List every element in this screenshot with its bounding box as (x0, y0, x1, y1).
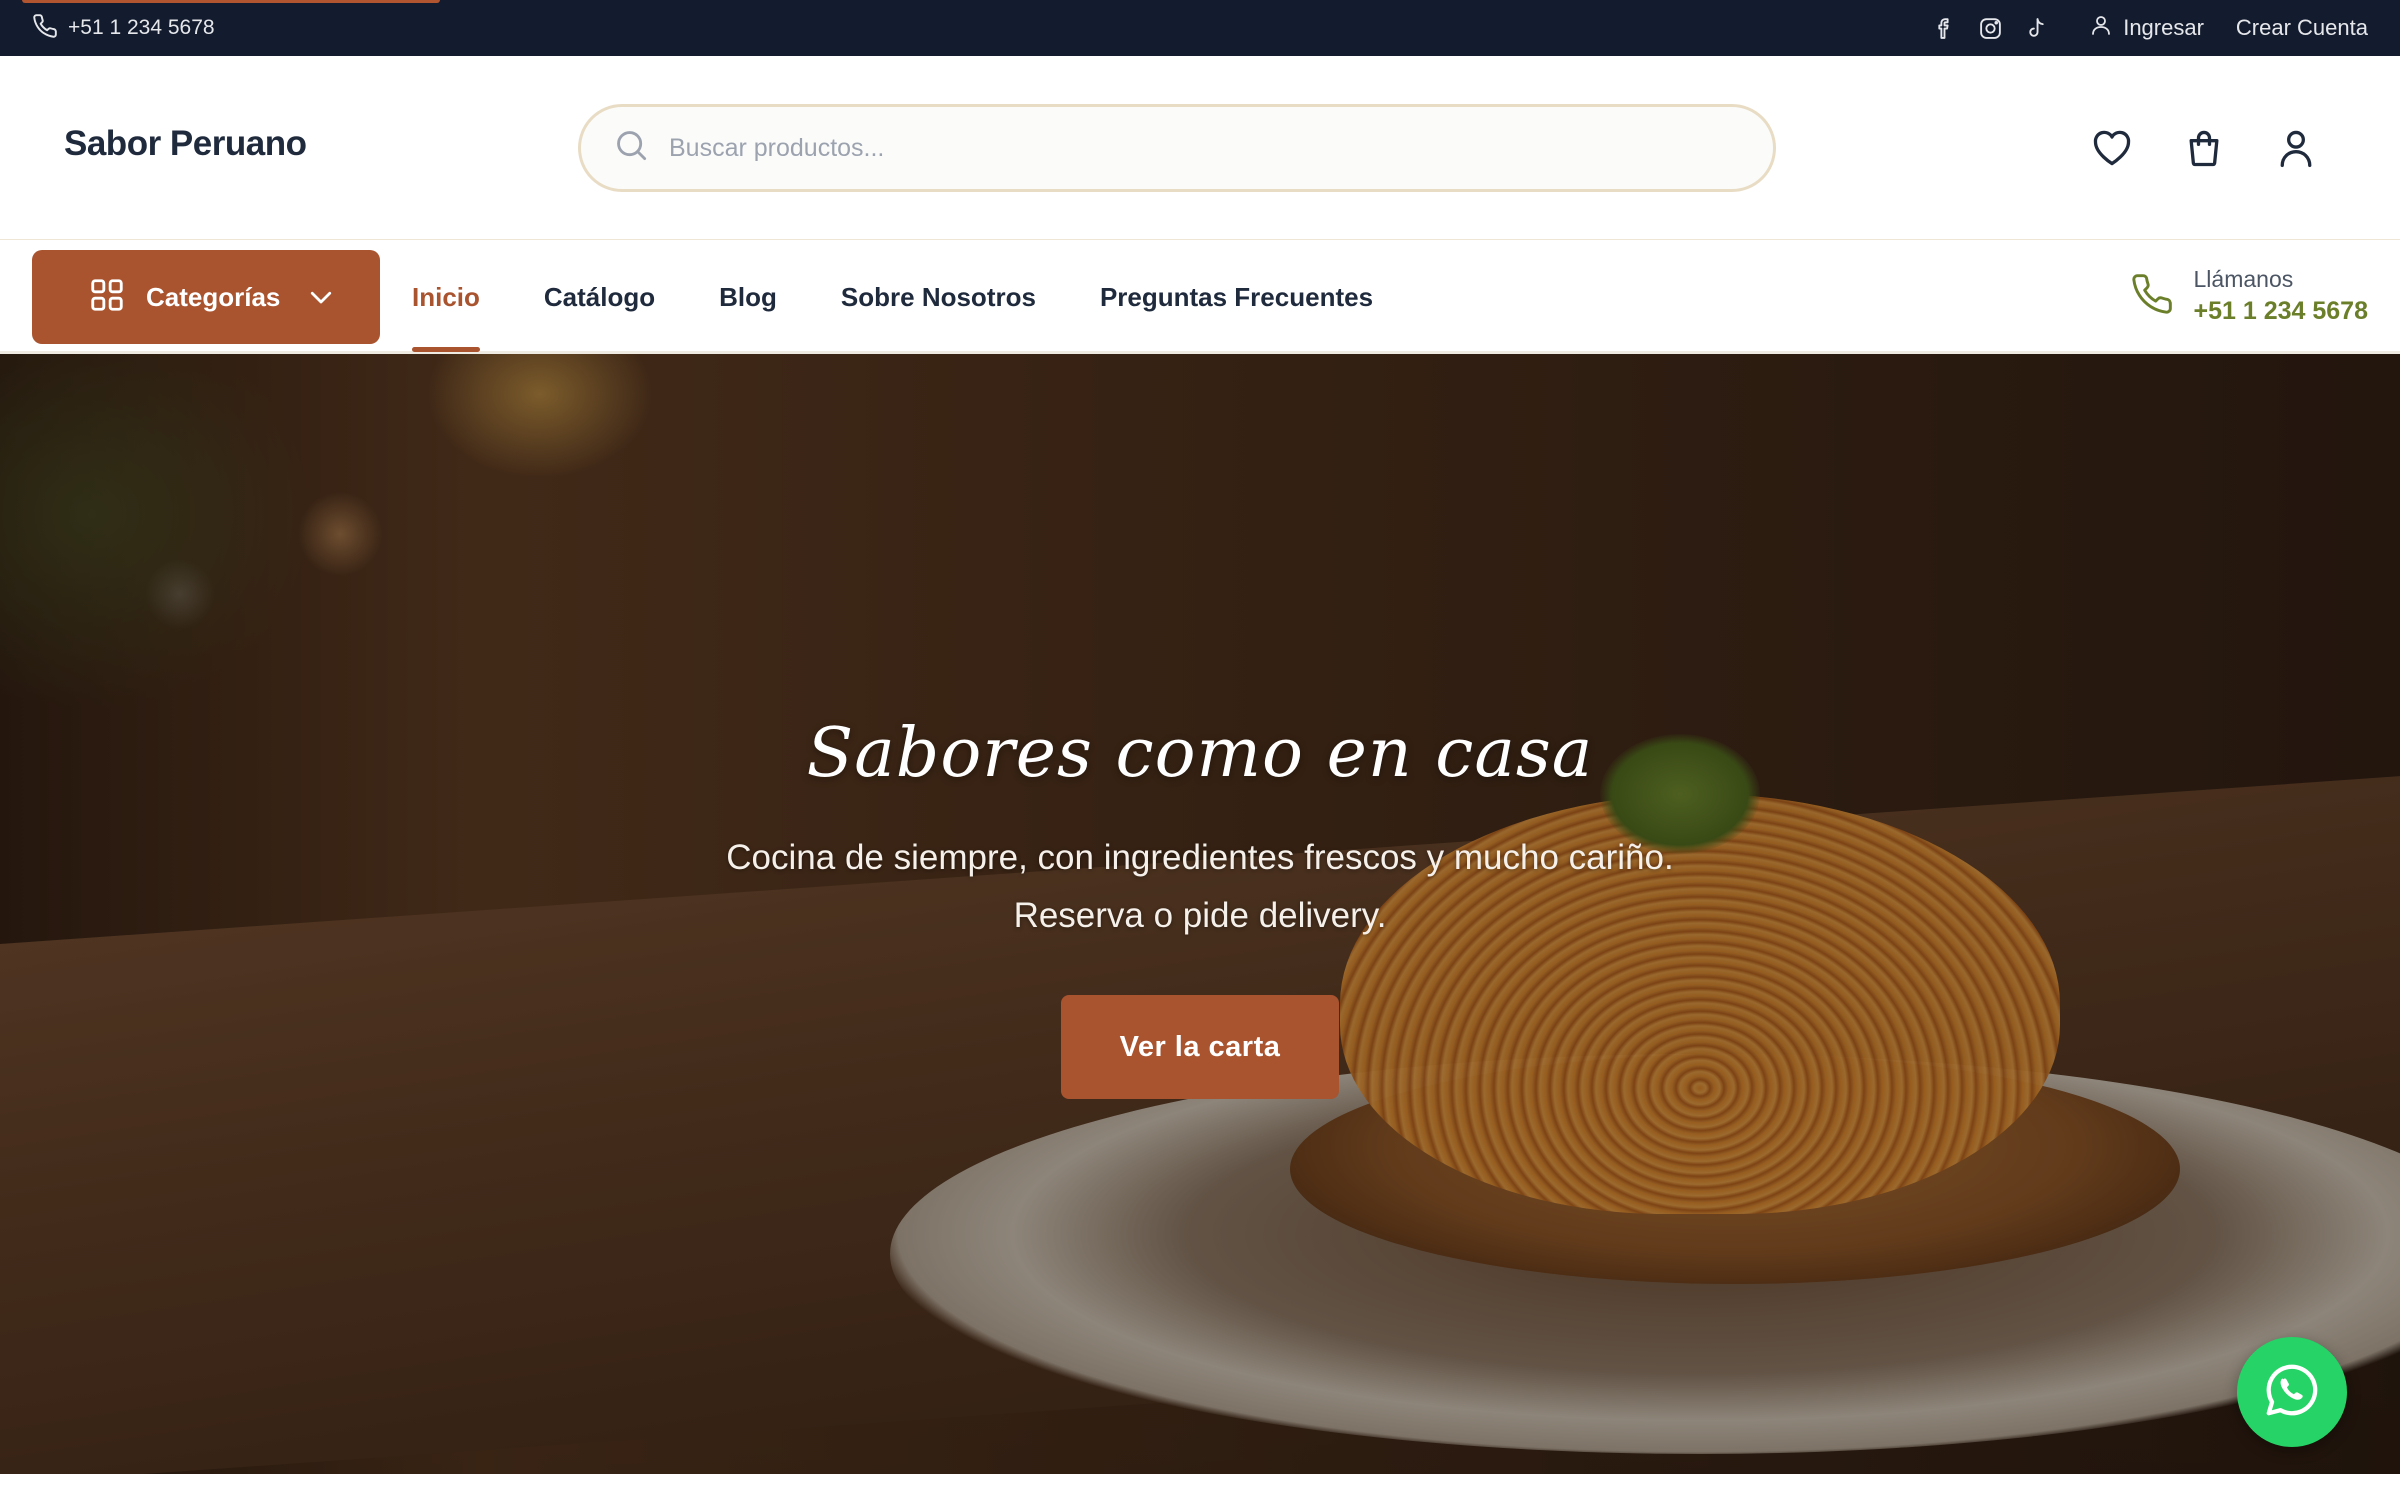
user-icon (2089, 13, 2123, 43)
hero-content: Sabores como en casa Cocina de siempre, … (0, 714, 2400, 1099)
nav-links: Inicio Catálogo Blog Sobre Nosotros Preg… (412, 240, 1437, 354)
search-icon (613, 127, 669, 170)
site-logo[interactable]: Sabor Peruano (64, 124, 307, 164)
user-icon[interactable] (2270, 122, 2322, 174)
login-link[interactable]: Ingresar (2089, 13, 2204, 43)
nav-link-catalogo[interactable]: Catálogo (544, 240, 655, 354)
search-input[interactable] (669, 133, 1719, 163)
hero-title: Sabores como en casa (806, 714, 1594, 793)
tiktok-icon[interactable] (2021, 13, 2051, 43)
heart-icon[interactable] (2086, 122, 2138, 174)
hero-subtitle: Cocina de siempre, con ingredientes fres… (0, 829, 2400, 945)
hero-subtitle-line-2: Reserva o pide delivery. (1013, 896, 1387, 935)
phone-icon (32, 13, 68, 44)
nav-contact-text: Llámanos +51 1 234 5678 (2194, 264, 2368, 328)
chevron-down-icon (280, 278, 336, 317)
search-bar (578, 104, 1776, 192)
facebook-icon[interactable] (1929, 13, 1959, 43)
grid-icon (88, 276, 126, 319)
nav-link-preguntas-frecuentes[interactable]: Preguntas Frecuentes (1100, 240, 1373, 354)
whatsapp-icon (2261, 1359, 2323, 1426)
hero-subtitle-line-1: Cocina de siempre, con ingredientes fres… (726, 838, 1674, 877)
view-menu-button[interactable]: Ver la carta (1061, 995, 1339, 1099)
nav-link-inicio[interactable]: Inicio (412, 240, 480, 354)
page-bottom-strip (0, 1474, 2400, 1500)
nav-contact-phone: +51 1 234 5678 (2193, 297, 2368, 325)
categories-label: Categorías (146, 281, 281, 312)
top-bar-links: Ingresar Crear Cuenta (1913, 13, 2368, 43)
instagram-icon[interactable] (1975, 13, 2005, 43)
login-label: Ingresar (2123, 15, 2204, 40)
phone-icon (2130, 272, 2194, 321)
shopping-bag-icon[interactable] (2178, 122, 2230, 174)
main-header: Sabor Peruano (0, 56, 2400, 240)
top-bar-accent (22, 0, 440, 3)
nav-contact[interactable]: Llámanos +51 1 234 5678 (2130, 264, 2368, 328)
whatsapp-button[interactable] (2237, 1337, 2347, 1447)
nav-link-blog[interactable]: Blog (719, 240, 777, 354)
categories-button[interactable]: Categorías (32, 250, 380, 344)
top-bar-phone-number: +51 1 234 5678 (68, 16, 215, 39)
main-nav: Categorías Inicio Catálogo Blog Sobre No… (0, 240, 2400, 354)
nav-contact-label: Llámanos (2193, 266, 2294, 292)
header-actions (2046, 122, 2322, 174)
nav-link-sobre-nosotros[interactable]: Sobre Nosotros (841, 240, 1036, 354)
hero-banner: Sabores como en casa Cocina de siempre, … (0, 354, 2400, 1476)
top-bar-phone[interactable]: +51 1 234 5678 (32, 13, 215, 44)
register-link[interactable]: Crear Cuenta (2236, 15, 2368, 41)
top-bar: +51 1 234 5678 Ingresar Crear Cuenta (0, 0, 2400, 56)
